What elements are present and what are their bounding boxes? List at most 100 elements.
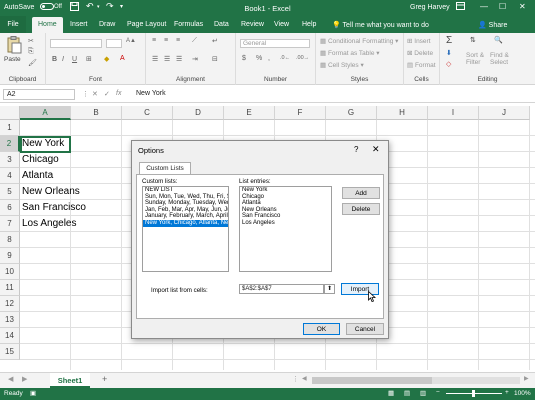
zoom-out-button[interactable]: − — [436, 389, 440, 396]
row-header-1[interactable]: 1 — [0, 120, 20, 136]
bold-button[interactable]: B — [52, 56, 57, 63]
custom-lists-listbox[interactable]: NEW LIST Sun, Mon, Tue, Wed, Thu, Fri, S… — [142, 186, 229, 272]
tell-me-search[interactable]: 💡 Tell me what you want to do — [332, 21, 429, 29]
cut-icon[interactable]: ✂ — [28, 37, 34, 45]
row-header-4[interactable]: 4 — [0, 168, 20, 184]
row-header-13[interactable]: 13 — [0, 312, 20, 328]
row-header-7[interactable]: 7 — [0, 216, 20, 232]
wrap-text-icon[interactable]: ↵ — [212, 37, 218, 45]
number-format-box[interactable]: General — [240, 39, 310, 48]
formula-input[interactable]: New York — [136, 90, 166, 97]
custom-list-item[interactable]: Sun, Mon, Tue, Wed, Thu, Fri, S — [143, 194, 228, 201]
column-header-g[interactable]: G — [326, 106, 377, 120]
conditional-formatting-button[interactable]: ▦ Conditional Formatting ▾ — [320, 37, 398, 45]
column-header-i[interactable]: I — [428, 106, 479, 120]
comma-button[interactable]: , — [268, 55, 270, 62]
column-header-h[interactable]: H — [377, 106, 428, 120]
hscroll-right-icon[interactable]: ▶ — [524, 375, 529, 382]
italic-button[interactable]: I — [62, 56, 64, 63]
normal-view-icon[interactable]: ▦ — [388, 389, 394, 397]
row-header-9[interactable]: 9 — [0, 248, 20, 264]
zoom-in-button[interactable]: + — [505, 389, 509, 396]
horizontal-scrollbar[interactable] — [312, 377, 520, 384]
row-header-15[interactable]: 15 — [0, 344, 20, 360]
copy-icon[interactable]: ⎘ — [28, 48, 34, 56]
increase-font-icon[interactable]: A▲ — [126, 38, 136, 44]
align-bottom-icon[interactable]: ≡ — [176, 37, 180, 44]
row-header-6[interactable]: 6 — [0, 200, 20, 216]
ribbon-display-icon[interactable] — [456, 2, 465, 12]
collapse-dialog-icon[interactable]: ⬆ — [324, 284, 335, 294]
sheet-tab-sheet1[interactable]: Sheet1 — [50, 373, 90, 388]
font-name-box[interactable] — [50, 39, 102, 48]
sheet-scroll-menu-icon[interactable]: ⋮ — [292, 375, 299, 383]
import-range-input[interactable]: $A$2:$A$7 — [239, 284, 324, 294]
share-button[interactable]: 👤 Share — [478, 21, 507, 29]
horizontal-scroll-thumb[interactable] — [312, 377, 432, 384]
column-header-e[interactable]: E — [224, 106, 275, 120]
row-header-10[interactable]: 10 — [0, 264, 20, 280]
currency-button[interactable]: $ — [242, 55, 246, 62]
insert-cells-button[interactable]: ⊞ Insert — [407, 37, 431, 45]
zoom-slider-thumb[interactable] — [472, 390, 475, 397]
help-button[interactable]: ? — [354, 145, 358, 154]
macro-record-icon[interactable]: ▣ — [30, 389, 36, 397]
minimize-button[interactable]: — — [480, 2, 488, 11]
scroll-left-icon[interactable]: ◀ — [8, 375, 13, 383]
sort-filter-label[interactable]: Sort & Filter — [466, 52, 484, 66]
close-window-button[interactable]: ✕ — [519, 2, 526, 11]
cell-a4[interactable]: Atlanta — [22, 168, 53, 184]
font-color-icon[interactable]: A — [120, 55, 125, 62]
add-button[interactable]: Add — [342, 187, 380, 199]
column-header-c[interactable]: C — [122, 106, 173, 120]
decrease-decimal-icon[interactable]: .00→ — [296, 55, 309, 61]
borders-icon[interactable]: ⊞ — [86, 55, 92, 63]
tab-home[interactable]: Home — [32, 17, 63, 33]
row-header-3[interactable]: 3 — [0, 152, 20, 168]
hscroll-left-icon[interactable]: ◀ — [302, 375, 307, 382]
align-center-icon[interactable]: ☰ — [164, 55, 170, 63]
delete-button[interactable]: Delete — [342, 203, 380, 215]
page-layout-view-icon[interactable]: ▤ — [404, 389, 410, 397]
tab-review[interactable]: Review — [235, 19, 270, 30]
row-header-5[interactable]: 5 — [0, 184, 20, 200]
indent-icon[interactable]: ⇥ — [192, 55, 198, 63]
custom-list-item[interactable]: January, February, March, April — [143, 213, 228, 220]
row-header-12[interactable]: 12 — [0, 296, 20, 312]
fill-color-icon[interactable]: ◆ — [104, 55, 109, 63]
font-size-box[interactable] — [106, 39, 122, 48]
align-top-icon[interactable]: ≡ — [152, 37, 156, 44]
fill-icon[interactable]: ⬇ — [446, 49, 452, 57]
format-painter-icon[interactable]: 🖌 — [28, 59, 37, 67]
tab-data[interactable]: Data — [208, 19, 235, 30]
clear-icon[interactable]: ◇ — [446, 60, 451, 68]
custom-list-item[interactable]: Jan, Feb, Mar, Apr, May, Jun, Ju — [143, 207, 228, 214]
column-header-a[interactable]: A — [20, 106, 71, 120]
enter-icon[interactable]: ✓ — [104, 90, 110, 98]
new-sheet-button[interactable]: + — [102, 374, 107, 384]
column-header-d[interactable]: D — [173, 106, 224, 120]
page-break-view-icon[interactable]: ▥ — [420, 389, 426, 397]
tab-insert[interactable]: Insert — [64, 19, 94, 30]
maximize-button[interactable]: ☐ — [499, 2, 506, 11]
tab-draw[interactable]: Draw — [93, 19, 121, 30]
select-all-corner[interactable] — [0, 106, 20, 120]
dialog-close-button[interactable]: ✕ — [372, 144, 380, 155]
cell-styles-button[interactable]: ▦ Cell Styles ▾ — [320, 61, 364, 69]
tab-formulas[interactable]: Formulas — [168, 19, 209, 30]
orientation-icon[interactable]: ⟋ — [192, 37, 197, 45]
column-header-b[interactable]: B — [71, 106, 122, 120]
merge-center-icon[interactable]: ⊟ — [212, 55, 218, 63]
align-middle-icon[interactable]: ≡ — [164, 37, 168, 44]
zoom-slider[interactable] — [446, 390, 502, 397]
sort-filter-icon[interactable]: ⇅ — [470, 36, 476, 44]
underline-button[interactable]: U — [72, 56, 77, 63]
custom-list-item[interactable]: NEW LIST — [143, 187, 228, 194]
find-select-label[interactable]: Find & Select — [490, 52, 509, 66]
delete-cells-button[interactable]: ⊠ Delete — [407, 49, 433, 57]
row-header-2[interactable]: 2 — [0, 136, 20, 152]
format-cells-button[interactable]: ▤ Format — [407, 61, 436, 69]
align-right-icon[interactable]: ☰ — [176, 55, 182, 63]
cell-a5[interactable]: New Orleans — [22, 184, 80, 200]
tab-page-layout[interactable]: Page Layout — [121, 19, 172, 30]
